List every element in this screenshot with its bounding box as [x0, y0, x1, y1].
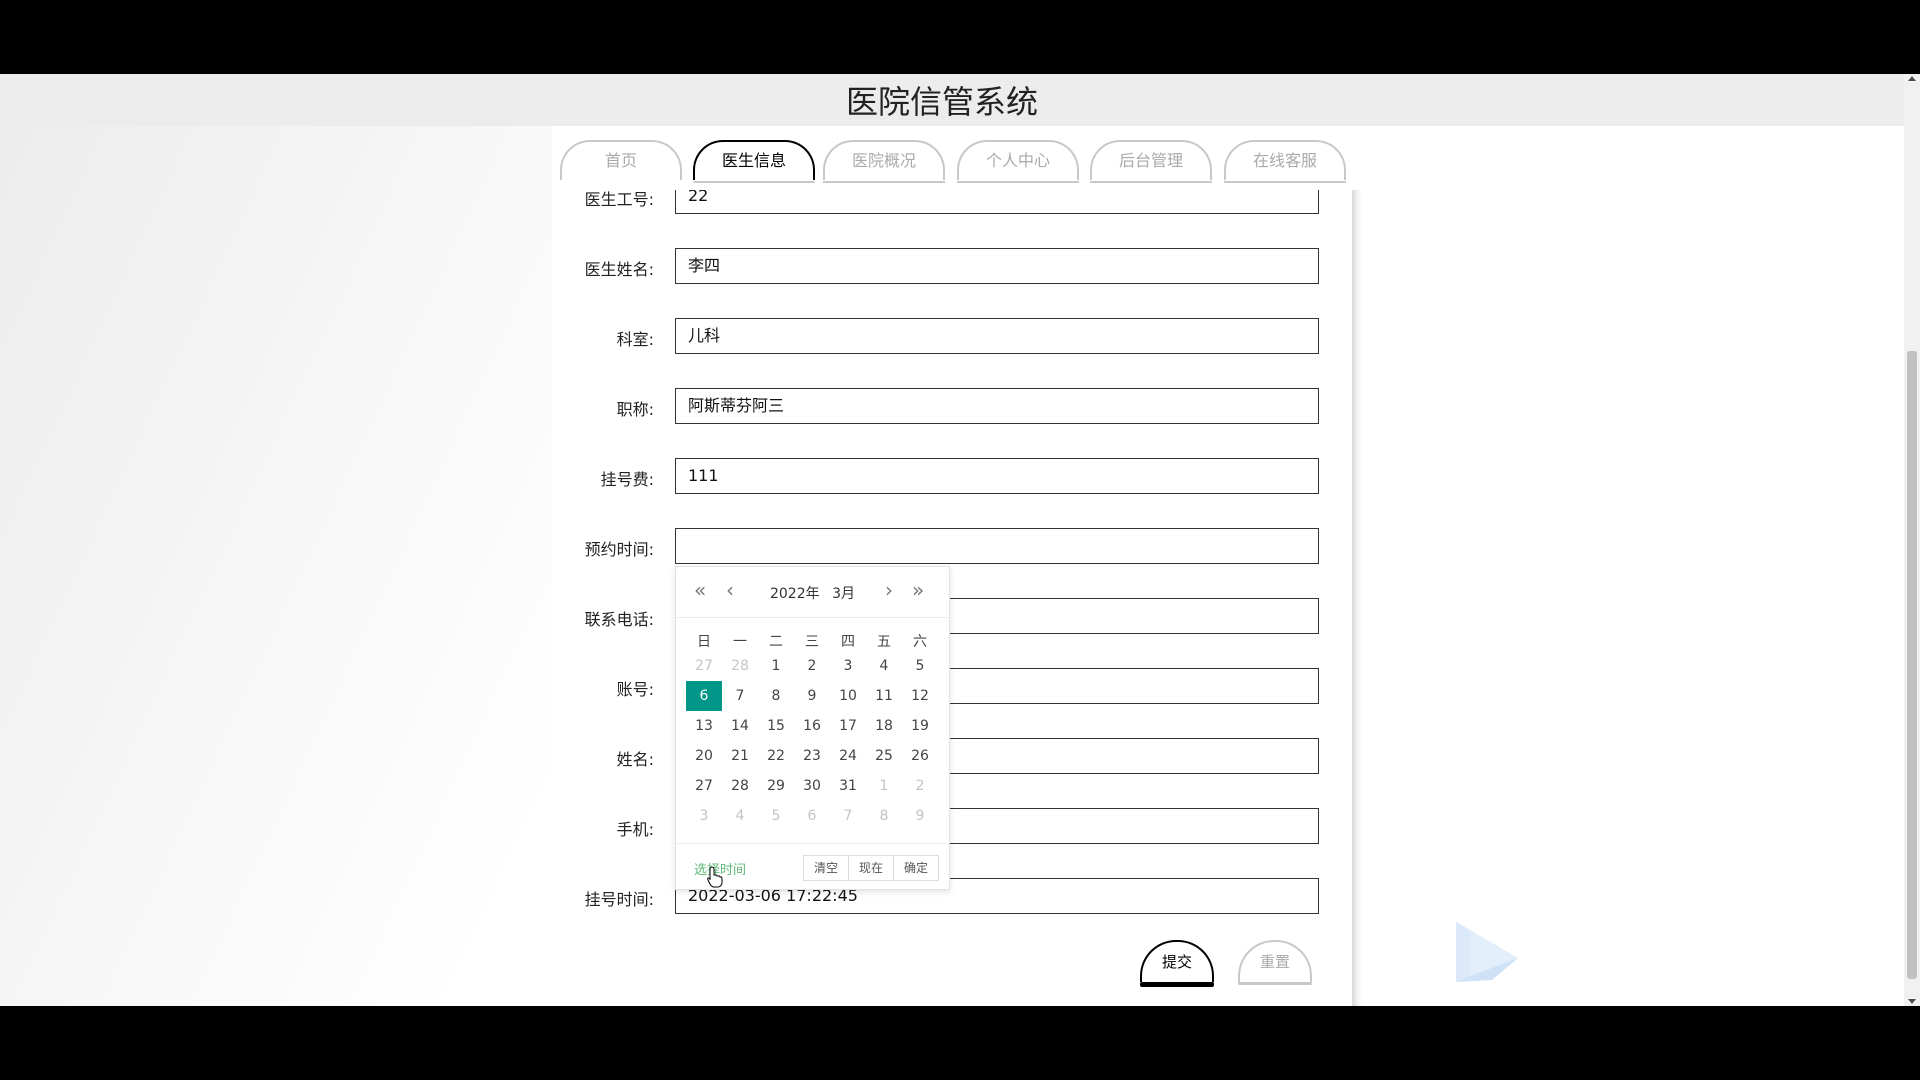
- doctor-id-label: 医生工号:: [584, 190, 654, 209]
- calendar-day[interactable]: 2: [902, 771, 938, 801]
- calendar-day[interactable]: 10: [830, 681, 866, 711]
- main-nav: 首页 医生信息 医院概况 个人中心 后台管理 在线客服: [0, 140, 1904, 184]
- calendar-day[interactable]: 5: [902, 651, 938, 681]
- tab-online-service[interactable]: 在线客服: [1224, 140, 1346, 183]
- calendar-day[interactable]: 18: [866, 711, 902, 741]
- calendar-day[interactable]: 26: [902, 741, 938, 771]
- calendar-day[interactable]: 31: [830, 771, 866, 801]
- calendar-day[interactable]: 27: [686, 651, 722, 681]
- appointment-time-input[interactable]: [675, 528, 1319, 564]
- calendar-day[interactable]: 20: [686, 741, 722, 771]
- tab-doctor-info[interactable]: 医生信息: [693, 140, 815, 183]
- calendar-day[interactable]: 11: [866, 681, 902, 711]
- doctor-name-label: 医生姓名:: [584, 260, 654, 279]
- account-label: 账号:: [616, 680, 654, 699]
- calendar-day[interactable]: 29: [758, 771, 794, 801]
- tab-admin[interactable]: 后台管理: [1090, 140, 1212, 183]
- date-picker-month[interactable]: 3月: [832, 586, 855, 602]
- fee-label: 挂号费:: [600, 470, 654, 489]
- site-header: 医院信管系统: [0, 74, 1904, 126]
- now-button[interactable]: 现在: [847, 855, 894, 881]
- calendar-day[interactable]: 24: [830, 741, 866, 771]
- register-time-label: 挂号时间:: [584, 890, 654, 909]
- calendar-day[interactable]: 30: [794, 771, 830, 801]
- scroll-down-icon[interactable]: [1908, 999, 1916, 1004]
- calendar-day[interactable]: 3: [686, 801, 722, 831]
- calendar-day[interactable]: 12: [902, 681, 938, 711]
- title-label: 职称:: [616, 400, 654, 419]
- scroll-up-icon[interactable]: [1908, 76, 1916, 81]
- department-input[interactable]: [675, 318, 1319, 354]
- scroll-thumb[interactable]: [1907, 351, 1917, 979]
- calendar-day[interactable]: 19: [902, 711, 938, 741]
- hand-cursor-icon: [707, 866, 723, 888]
- calendar-day[interactable]: 7: [722, 681, 758, 711]
- doctor-booking-form: 医生工号: 医生姓名: 科室: 职称: 挂号费: 预约时间: 联系电话: 账号: 姓名: 手机: 挂…: [0, 190, 1904, 1006]
- calendar-day[interactable]: 5: [758, 801, 794, 831]
- calendar-day[interactable]: 8: [866, 801, 902, 831]
- calendar-day[interactable]: 2: [794, 651, 830, 681]
- calendar-day[interactable]: 7: [830, 801, 866, 831]
- calendar-day[interactable]: 15: [758, 711, 794, 741]
- calendar-day[interactable]: 22: [758, 741, 794, 771]
- tab-personal-center[interactable]: 个人中心: [957, 140, 1079, 183]
- title-input[interactable]: [675, 388, 1319, 424]
- page-viewport: 医院信管系统 医生工号: 医生姓名: 科室: 职称: 挂号费: 预约时间: 联系电话: 账号:…: [0, 74, 1904, 1006]
- date-picker-year[interactable]: 2022年: [770, 586, 820, 602]
- confirm-button[interactable]: 确定: [892, 855, 939, 881]
- mobile-label: 手机:: [616, 820, 654, 839]
- date-picker-title: 2022年 3月: [676, 583, 949, 603]
- fee-input[interactable]: [675, 458, 1319, 494]
- calendar-day[interactable]: 4: [866, 651, 902, 681]
- site-title: 医院信管系统: [845, 83, 1038, 121]
- calendar-day[interactable]: 9: [902, 801, 938, 831]
- top-black-bar: [0, 0, 1920, 74]
- calendar-day[interactable]: 27: [686, 771, 722, 801]
- appointment-time-label: 预约时间:: [584, 540, 654, 559]
- date-picker-header: « ‹ 2022年 3月 › »: [676, 567, 949, 618]
- next-month-icon[interactable]: ›: [885, 580, 893, 600]
- clear-button[interactable]: 清空: [802, 855, 849, 881]
- calendar-day[interactable]: 28: [722, 651, 758, 681]
- name-label: 姓名:: [616, 750, 654, 769]
- calendar-day[interactable]: 8: [758, 681, 794, 711]
- calendar-day[interactable]: 13: [686, 711, 722, 741]
- tab-home[interactable]: 首页: [560, 140, 682, 180]
- calendar-day[interactable]: 14: [722, 711, 758, 741]
- calendar-day[interactable]: 3: [830, 651, 866, 681]
- calendar-day[interactable]: 17: [830, 711, 866, 741]
- doctor-id-input[interactable]: [675, 190, 1319, 214]
- calendar-day[interactable]: 25: [866, 741, 902, 771]
- next-year-icon[interactable]: »: [912, 580, 924, 600]
- calendar-day[interactable]: 1: [758, 651, 794, 681]
- date-picker-popup: « ‹ 2022年 3月 › » 日一二三四五六 27 28 1 2 3 4 5 6 7 8 9 10 1…: [675, 566, 950, 890]
- tab-hospital-overview[interactable]: 医院概况: [823, 140, 945, 183]
- calendar-day[interactable]: 6: [794, 801, 830, 831]
- calendar-day[interactable]: 21: [722, 741, 758, 771]
- calendar-day[interactable]: 9: [794, 681, 830, 711]
- logo-icon: [1456, 922, 1518, 982]
- calendar-day[interactable]: 4: [722, 801, 758, 831]
- calendar-day[interactable]: 1: [866, 771, 902, 801]
- calendar-day[interactable]: 6: [686, 681, 722, 711]
- contact-phone-label: 联系电话:: [584, 610, 654, 629]
- date-picker-buttons: 清空 现在 确定: [802, 855, 939, 881]
- calendar-day[interactable]: 23: [794, 741, 830, 771]
- doctor-name-input[interactable]: [675, 248, 1319, 284]
- calendar-day[interactable]: 28: [722, 771, 758, 801]
- bottom-black-bar: [0, 1006, 1920, 1080]
- vertical-scrollbar[interactable]: [1904, 74, 1920, 1006]
- department-label: 科室:: [616, 330, 654, 349]
- calendar-day[interactable]: 16: [794, 711, 830, 741]
